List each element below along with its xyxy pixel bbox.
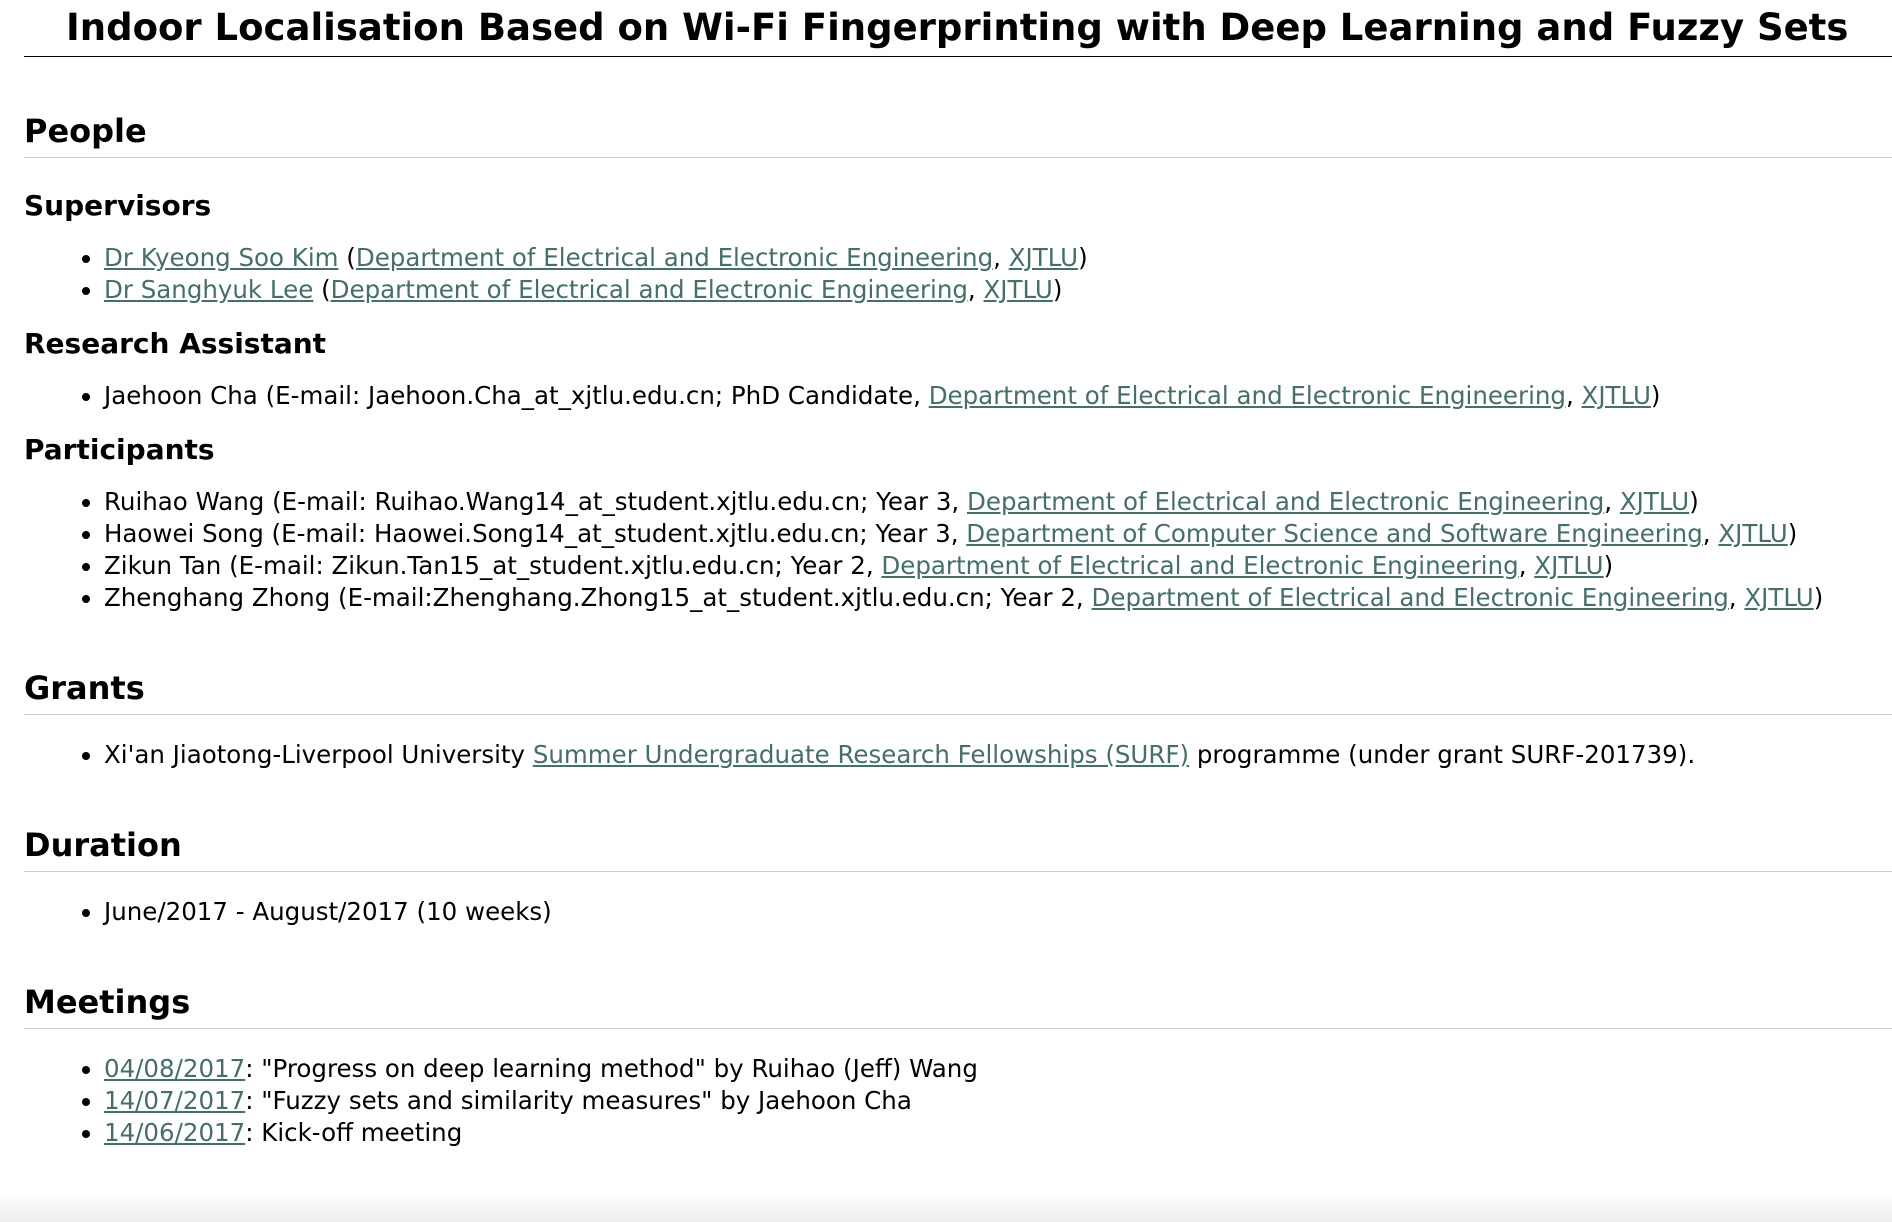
section-heading-people: People bbox=[24, 111, 1892, 158]
list-item: Zhenghang Zhong (E-mail:Zhenghang.Zhong1… bbox=[104, 582, 1892, 614]
page-content: Indoor Localisation Based on Wi-Fi Finge… bbox=[24, 0, 1892, 1149]
university-link[interactable]: XJTLU bbox=[1009, 243, 1078, 272]
list-item: 04/08/2017: "Progress on deep learning m… bbox=[104, 1053, 1892, 1085]
university-link[interactable]: XJTLU bbox=[1534, 551, 1603, 580]
university-link[interactable]: XJTLU bbox=[1582, 381, 1651, 410]
supervisor-link[interactable]: Dr Sanghyuk Lee bbox=[104, 275, 313, 304]
page-title: Indoor Localisation Based on Wi-Fi Finge… bbox=[24, 0, 1892, 57]
list-item: June/2017 - August/2017 (10 weeks) bbox=[104, 896, 1892, 928]
research-assistant-list: Jaehoon Cha (E-mail: Jaehoon.Cha_at_xjtl… bbox=[24, 380, 1892, 412]
subheading-participants: Participants bbox=[24, 433, 215, 466]
department-link[interactable]: Department of Electrical and Electronic … bbox=[967, 487, 1604, 516]
subheading-research-assistant: Research Assistant bbox=[24, 327, 327, 360]
university-link[interactable]: XJTLU bbox=[984, 275, 1053, 304]
bottom-fade bbox=[0, 1192, 1892, 1222]
university-link[interactable]: XJTLU bbox=[1718, 519, 1787, 548]
list-item: Dr Kyeong Soo Kim (Department of Electri… bbox=[104, 242, 1892, 274]
grants-list: Xi'an Jiaotong-Liverpool University Summ… bbox=[24, 739, 1892, 771]
list-item: Zikun Tan (E-mail: Zikun.Tan15_at_studen… bbox=[104, 550, 1892, 582]
department-link[interactable]: Department of Computer Science and Softw… bbox=[966, 519, 1702, 548]
meetings-list: 04/08/2017: "Progress on deep learning m… bbox=[24, 1053, 1892, 1149]
supervisors-list: Dr Kyeong Soo Kim (Department of Electri… bbox=[24, 242, 1892, 306]
meeting-date-link[interactable]: 14/06/2017 bbox=[104, 1118, 245, 1147]
department-link[interactable]: Department of Electrical and Electronic … bbox=[1092, 583, 1729, 612]
meeting-date-link[interactable]: 04/08/2017 bbox=[104, 1054, 245, 1083]
university-link[interactable]: XJTLU bbox=[1620, 487, 1689, 516]
list-item: 14/07/2017: "Fuzzy sets and similarity m… bbox=[104, 1085, 1892, 1117]
university-link[interactable]: XJTLU bbox=[1744, 583, 1813, 612]
department-link[interactable]: Department of Electrical and Electronic … bbox=[881, 551, 1518, 580]
supervisor-link[interactable]: Dr Kyeong Soo Kim bbox=[104, 243, 339, 272]
meeting-date-link[interactable]: 14/07/2017 bbox=[104, 1086, 245, 1115]
participants-list: Ruihao Wang (E-mail: Ruihao.Wang14_at_st… bbox=[24, 486, 1892, 614]
department-link[interactable]: Department of Electrical and Electronic … bbox=[929, 381, 1566, 410]
department-link[interactable]: Department of Electrical and Electronic … bbox=[331, 275, 968, 304]
section-heading-meetings: Meetings bbox=[24, 982, 1892, 1029]
surf-link[interactable]: Summer Undergraduate Research Fellowship… bbox=[533, 740, 1189, 769]
subheading-supervisors: Supervisors bbox=[24, 189, 212, 222]
list-item: Jaehoon Cha (E-mail: Jaehoon.Cha_at_xjtl… bbox=[104, 380, 1892, 412]
duration-list: June/2017 - August/2017 (10 weeks) bbox=[24, 896, 1892, 928]
list-item: 14/06/2017: Kick-off meeting bbox=[104, 1117, 1892, 1149]
department-link[interactable]: Department of Electrical and Electronic … bbox=[356, 243, 993, 272]
list-item: Dr Sanghyuk Lee (Department of Electrica… bbox=[104, 274, 1892, 306]
list-item: Haowei Song (E-mail: Haowei.Song14_at_st… bbox=[104, 518, 1892, 550]
section-heading-grants: Grants bbox=[24, 668, 1892, 715]
list-item: Ruihao Wang (E-mail: Ruihao.Wang14_at_st… bbox=[104, 486, 1892, 518]
section-heading-duration: Duration bbox=[24, 825, 1892, 872]
list-item: Xi'an Jiaotong-Liverpool University Summ… bbox=[104, 739, 1892, 771]
